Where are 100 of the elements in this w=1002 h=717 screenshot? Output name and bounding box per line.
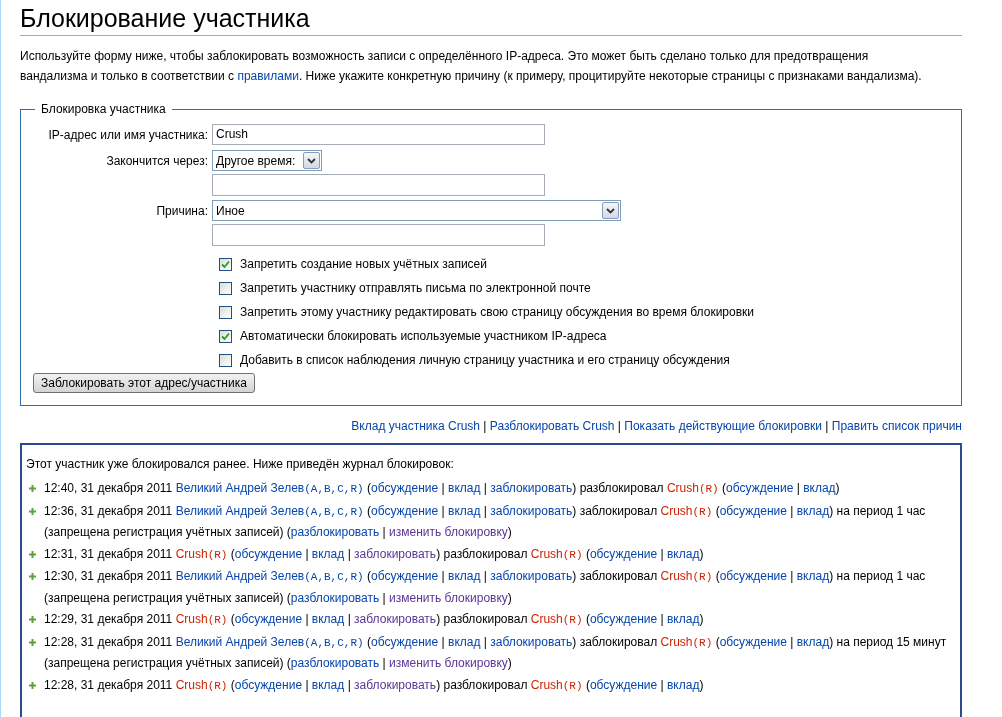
link[interactable]: вклад — [796, 569, 830, 583]
input-field[interactable] — [212, 174, 545, 196]
link[interactable]: обсуждение — [370, 481, 439, 495]
link[interactable]: обсуждение — [234, 612, 303, 626]
link[interactable]: Великий Андрей Зелев — [175, 503, 305, 518]
link[interactable]: Crush — [530, 612, 563, 626]
link[interactable]: обсуждение — [589, 677, 658, 692]
link[interactable]: Crush — [660, 569, 693, 583]
link[interactable]: заблокировать — [490, 634, 573, 649]
checkbox[interactable] — [219, 305, 232, 319]
link[interactable]: вклад — [796, 634, 830, 649]
dropdown[interactable]: Иное — [212, 200, 621, 221]
link[interactable]: Разблокировать Crush — [489, 419, 615, 433]
log-entry: 12:28, 31 декабря 2011 Crush(R) (обсуждение | вклад | заблокировать) разблокировал Crush(R) (обсуждение | вклад) — [44, 676, 705, 694]
link[interactable]: Показать действующие блокировки — [624, 419, 822, 433]
checkbox[interactable] — [219, 281, 232, 295]
user-tools-link[interactable]: (R) — [692, 505, 713, 518]
link[interactable]: вклад — [796, 503, 830, 518]
link[interactable]: обсуждение — [370, 503, 439, 518]
link[interactable]: обсуждение — [719, 569, 787, 583]
link[interactable]: обсуждение — [234, 677, 303, 692]
bullet-icon — [29, 550, 36, 558]
link[interactable]: Великий Андрей Зелев — [175, 569, 305, 583]
link[interactable]: вклад — [448, 634, 481, 649]
link[interactable]: Править список причин — [831, 419, 962, 433]
checkbox-label: Добавить в список наблюдения личную страницу участника и его страницу обсуждения — [240, 352, 730, 369]
block-submit-button[interactable]: Заблокировать этот адрес/участника — [33, 373, 255, 393]
link[interactable]: Вклад участника Crush — [351, 419, 480, 433]
user-tools-link[interactable]: (R) — [207, 614, 228, 626]
link[interactable]: вклад — [311, 546, 345, 561]
link[interactable]: Crush — [530, 677, 563, 692]
link[interactable]: Crush — [175, 677, 208, 692]
link[interactable]: обсуждение — [370, 634, 439, 649]
link[interactable]: вклад — [448, 569, 481, 583]
link[interactable]: разблокировать — [290, 656, 380, 670]
link[interactable]: вклад — [448, 481, 481, 495]
link[interactable]: Crush — [175, 546, 208, 561]
field-label: Закончится через: — [105, 153, 208, 170]
link[interactable]: Crush — [660, 503, 693, 518]
input-field[interactable] — [212, 224, 545, 246]
intro-paragraph: Используйте форму ниже, чтобы заблокировать возможность записи с определённого IP-адреса. Это может быть сделано только для предотвращения вандализма и только в соответствии с правилами. Ниже укажите конкретную причину (к примеру, процитируйте некоторые страницы с признаками вандализма). — [20, 48, 923, 85]
log-intro: Этот участник уже блокировался ранее. Ниже приведён журнал блокировок: — [26, 456, 455, 473]
link[interactable]: вклад — [666, 677, 700, 692]
user-tools-link[interactable]: (R) — [207, 679, 228, 692]
link[interactable]: изменить блокировку — [389, 656, 508, 670]
user-tools-link[interactable]: (A,B,C,R) — [304, 571, 364, 583]
link[interactable]: разблокировать — [290, 590, 380, 605]
bullet-icon — [29, 573, 36, 580]
user-tools-link[interactable]: (R) — [562, 614, 583, 626]
link[interactable]: Crush — [666, 481, 699, 495]
link[interactable]: вклад — [803, 481, 836, 495]
link[interactable]: обсуждение — [234, 546, 303, 561]
link[interactable]: обсуждение — [589, 546, 658, 561]
link[interactable]: Crush — [660, 634, 693, 649]
user-tools-link[interactable]: (A,B,C,R) — [304, 483, 364, 495]
checkbox[interactable] — [219, 329, 232, 343]
checkbox[interactable] — [219, 353, 232, 367]
checkbox-label: Автоматически блокировать используемые участником IP-адреса — [240, 328, 607, 345]
link[interactable]: обсуждение — [719, 503, 787, 518]
link[interactable]: заблокировать — [490, 481, 573, 495]
log-entry: 12:29, 31 декабря 2011 Crush(R) (обсуждение | вклад | заблокировать) разблокировал Crush(R) (обсуждение | вклад) — [44, 611, 705, 628]
checkbox[interactable] — [219, 257, 232, 271]
user-tools-link[interactable]: (R) — [692, 571, 713, 583]
link[interactable]: вклад — [311, 677, 345, 692]
link[interactable]: Crush — [530, 546, 563, 561]
rules-link[interactable]: правилами — [237, 69, 299, 83]
user-tools-link[interactable]: (R) — [207, 548, 228, 561]
user-tools-link[interactable]: (A,B,C,R) — [304, 636, 364, 649]
user-tools-link[interactable]: (R) — [562, 548, 583, 561]
user-tools-link[interactable]: (R) — [562, 679, 583, 692]
link[interactable]: вклад — [311, 612, 345, 626]
link[interactable]: заблокировать — [354, 677, 437, 692]
username-field[interactable]: Crush — [212, 124, 545, 145]
log-entry: 12:31, 31 декабря 2011 Crush(R) (обсуждение | вклад | заблокировать) разблокировал Crush(R) (обсуждение | вклад) — [44, 545, 705, 563]
link[interactable]: заблокировать — [490, 569, 573, 583]
link[interactable]: Великий Андрей Зелев — [175, 481, 305, 495]
link[interactable]: изменить блокировку — [389, 525, 508, 539]
bullet-icon — [29, 485, 36, 492]
link[interactable]: вклад — [448, 503, 481, 518]
link[interactable]: заблокировать — [490, 503, 573, 518]
link[interactable]: Великий Андрей Зелев — [175, 634, 305, 649]
link[interactable]: изменить блокировку — [389, 590, 508, 605]
user-tools-link[interactable]: (R) — [692, 636, 713, 649]
link[interactable]: Crush — [175, 612, 208, 626]
bullet-icon — [29, 507, 36, 515]
link[interactable]: заблокировать — [354, 546, 437, 561]
user-tools-link[interactable]: (A,B,C,R) — [304, 505, 364, 518]
user-tools-link[interactable]: (R) — [698, 483, 719, 495]
link[interactable]: вклад — [666, 546, 700, 561]
link[interactable]: обсуждение — [370, 569, 439, 583]
dropdown[interactable]: Другое время: — [212, 150, 322, 171]
link[interactable]: обсуждение — [719, 634, 787, 649]
log-entry: 12:40, 31 декабря 2011 Великий Андрей Зелев(A,B,C,R) (обсуждение | вклад | заблокировать) разблокировал Crush(R) (обсуждение | вклад) — [44, 480, 841, 497]
link[interactable]: заблокировать — [354, 612, 437, 626]
log-entry: 12:30, 31 декабря 2011 Великий Андрей Зелев(A,B,C,R) (обсуждение | вклад | заблокировать) заблокировал Crush(R) (обсуждение | вклад) на период 1 час (запрещена регистрация учётных записей) (разблокировать | изменить блокировку) — [44, 568, 927, 607]
link[interactable]: обсуждение — [726, 481, 794, 495]
link[interactable]: вклад — [666, 612, 700, 626]
log-entry: 12:28, 31 декабря 2011 Великий Андрей Зелев(A,B,C,R) (обсуждение | вклад | заблокировать) заблокировал Crush(R) (обсуждение | вклад) на период 15 минут (запрещена регистрация учётных записей) (разблокировать | изменить блокировку) — [44, 633, 948, 672]
link[interactable]: разблокировать — [290, 525, 380, 539]
link[interactable]: обсуждение — [589, 612, 658, 626]
